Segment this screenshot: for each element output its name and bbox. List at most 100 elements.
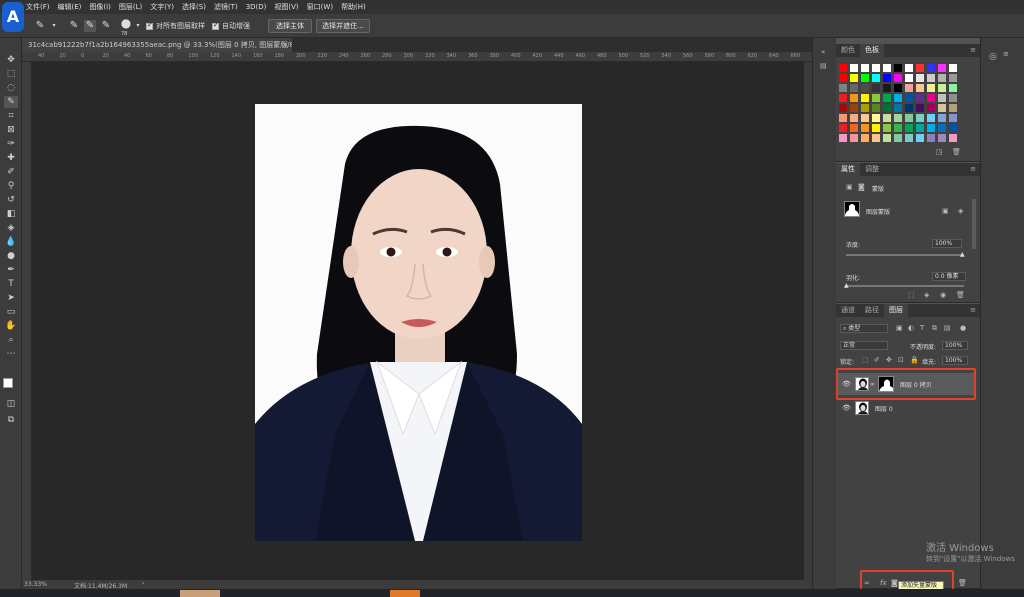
tab-channels[interactable]: 通道 [836, 304, 860, 317]
color-swatch[interactable] [850, 94, 858, 102]
color-swatch[interactable] [850, 64, 858, 72]
color-swatch[interactable] [905, 104, 913, 112]
color-swatch[interactable] [839, 74, 847, 82]
color-swatch[interactable] [938, 134, 946, 142]
color-swatch[interactable] [927, 104, 935, 112]
marquee-tool-icon[interactable]: ⬚ [4, 68, 18, 80]
properties-scrollbar[interactable] [972, 199, 976, 249]
color-swatch[interactable] [883, 114, 891, 122]
subtract-selection-icon[interactable]: ✎ [100, 20, 112, 32]
menu-select[interactable]: 选择(S) [182, 2, 206, 12]
history-brush-tool-icon[interactable]: ↺ [4, 194, 18, 206]
menu-window[interactable]: 窗口(W) [307, 2, 333, 12]
color-swatch[interactable] [905, 124, 913, 132]
color-swatch[interactable] [938, 104, 946, 112]
auto-enhance-checkbox[interactable]: 自动增强 [212, 19, 250, 33]
color-swatch[interactable] [861, 104, 869, 112]
tab-properties[interactable]: 属性 [836, 163, 860, 176]
color-swatch[interactable] [949, 64, 957, 72]
menu-help[interactable]: 帮助(H) [341, 2, 366, 12]
color-swatch[interactable] [949, 104, 957, 112]
color-swatch[interactable] [938, 124, 946, 132]
color-swatch[interactable] [861, 64, 869, 72]
color-swatch[interactable] [839, 64, 847, 72]
menu-file[interactable]: 文件(F) [26, 2, 50, 12]
tool-preset-chevron-icon[interactable]: ▾ [48, 20, 60, 32]
color-swatch[interactable] [949, 94, 957, 102]
type-tool-icon[interactable]: T [4, 278, 18, 290]
panel-menu-icon[interactable]: ≡ [970, 163, 980, 176]
color-swatch[interactable] [905, 114, 913, 122]
frame-tool-icon[interactable]: ⊠ [4, 124, 18, 136]
delete-layer-icon[interactable]: 🗑 [958, 579, 967, 587]
color-swatch[interactable] [927, 124, 935, 132]
hand-tool-icon[interactable]: ✋ [4, 320, 18, 332]
density-field[interactable]: 100% [932, 239, 962, 248]
color-swatch[interactable] [927, 134, 935, 142]
apply-mask-icon[interactable]: ◈ [924, 291, 929, 299]
color-swatch[interactable] [916, 114, 924, 122]
crop-tool-icon[interactable]: ⌗ [4, 110, 18, 122]
add-mask-icon[interactable]: ◙ [891, 579, 898, 587]
color-swatch[interactable] [894, 74, 902, 82]
lock-all-icon[interactable]: 🔒 [910, 356, 919, 364]
color-swatch[interactable] [883, 64, 891, 72]
close-tab-icon[interactable]: × [282, 38, 289, 52]
lock-position-icon[interactable]: ✥ [886, 356, 892, 364]
color-swatch[interactable] [938, 64, 946, 72]
color-swatch[interactable] [916, 84, 924, 92]
blur-tool-icon[interactable]: 💧 [4, 236, 18, 248]
new-swatch-icon[interactable]: ◳ [936, 148, 943, 156]
color-swatch[interactable] [839, 124, 847, 132]
color-swatch[interactable] [927, 84, 935, 92]
color-swatch[interactable] [938, 74, 946, 82]
color-swatch[interactable] [949, 84, 957, 92]
tab-paths[interactable]: 路径 [860, 304, 884, 317]
color-swatch[interactable] [938, 94, 946, 102]
color-swatch[interactable] [949, 124, 957, 132]
color-swatch[interactable] [872, 114, 880, 122]
color-swatch[interactable] [861, 84, 869, 92]
color-swatch[interactable] [927, 94, 935, 102]
link-layers-icon[interactable]: ∞ [864, 579, 870, 587]
filter-smart-icon[interactable]: ▤ [944, 324, 951, 332]
quick-select-tool-icon[interactable]: ✎ [34, 20, 46, 32]
color-swatch[interactable] [916, 94, 924, 102]
filter-type-icon[interactable]: T [920, 324, 924, 332]
color-swatch[interactable] [894, 104, 902, 112]
color-swatch[interactable] [927, 64, 935, 72]
color-swatch[interactable] [894, 114, 902, 122]
color-swatch[interactable] [872, 104, 880, 112]
color-swatch[interactable] [883, 124, 891, 132]
color-swatch[interactable] [894, 84, 902, 92]
color-swatch[interactable] [905, 94, 913, 102]
feather-slider-handle-icon[interactable]: ▲ [844, 282, 849, 289]
lock-paint-icon[interactable]: ✐ [874, 356, 880, 364]
color-swatch[interactable] [872, 74, 880, 82]
color-swatch[interactable] [949, 134, 957, 142]
eye-icon[interactable]: 👁 [842, 404, 852, 412]
color-swatch[interactable] [861, 134, 869, 142]
history-panel-icon[interactable]: ▤ [820, 62, 827, 70]
menu-edit[interactable]: 编辑(E) [58, 2, 82, 12]
color-swatch[interactable] [839, 104, 847, 112]
lock-pixels-icon[interactable]: ⬚ [862, 356, 869, 364]
color-swatch[interactable] [839, 134, 847, 142]
color-swatch[interactable] [872, 134, 880, 142]
eraser-tool-icon[interactable]: ◧ [4, 208, 18, 220]
blend-mode-select[interactable]: 正常 [840, 341, 888, 350]
vector-mask-icon[interactable]: ◙ [858, 183, 865, 191]
layer-name[interactable]: 图层 0 [875, 404, 893, 413]
select-mask-icon[interactable]: ▣ [942, 207, 949, 215]
taskbar-thumbnail[interactable] [180, 590, 220, 597]
tab-swatches[interactable]: 色板 [860, 44, 884, 57]
color-swatch[interactable] [905, 134, 913, 142]
menu-image[interactable]: 图像(I) [89, 2, 111, 12]
color-swatch[interactable] [949, 114, 957, 122]
collapse-panels-icon[interactable]: « [821, 48, 825, 56]
color-swatch[interactable] [883, 134, 891, 142]
lock-artboard-icon[interactable]: ⊡ [898, 356, 904, 364]
taskbar-app-icon[interactable] [390, 590, 420, 597]
color-swatch[interactable] [905, 74, 913, 82]
feather-slider[interactable] [846, 285, 964, 287]
